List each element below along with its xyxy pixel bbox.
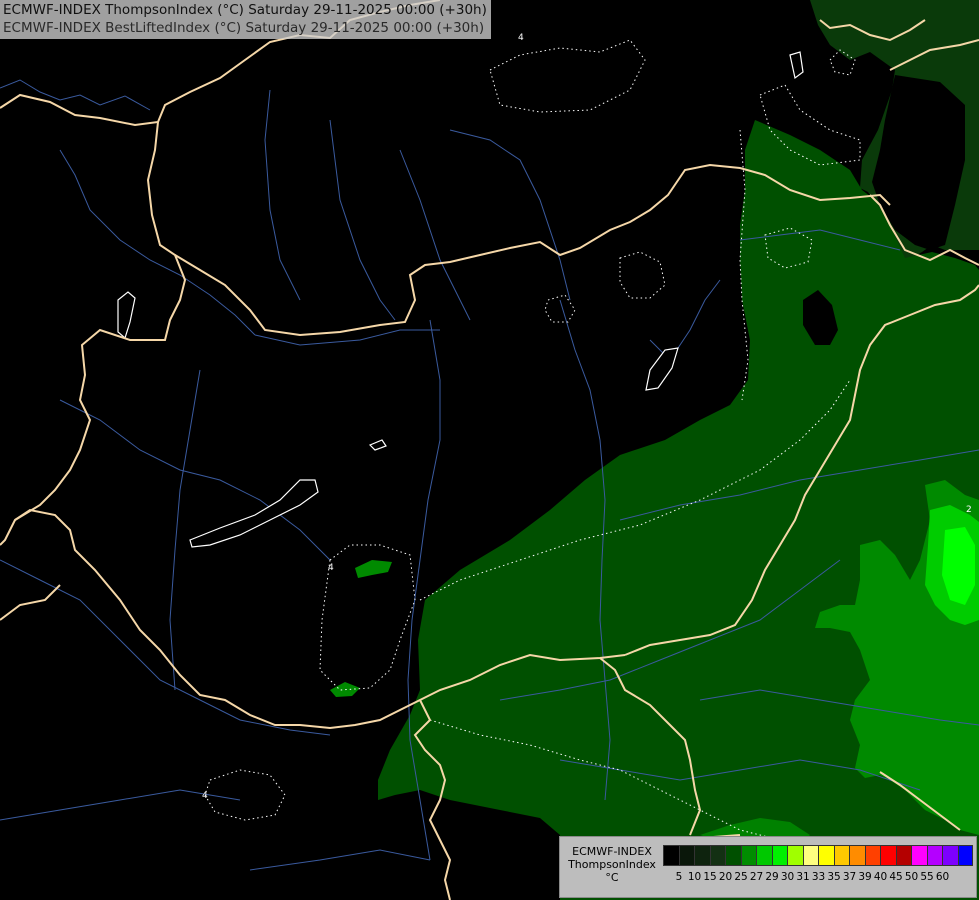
legend-tick-label: 55: [920, 871, 934, 883]
legend-model: ECMWF-INDEX: [572, 845, 652, 858]
legend-tick-label: 27: [749, 871, 764, 883]
legend-swatch: [740, 845, 756, 866]
legend-swatches: [663, 845, 973, 866]
contour-label: 4: [202, 791, 208, 801]
legend-tick-label: 50: [904, 871, 919, 883]
legend-swatch: [802, 845, 818, 866]
legend-tick-label: 39: [858, 871, 872, 883]
legend-parameter: ThompsonIndex: [568, 858, 656, 871]
legend-tick-label: 40: [873, 871, 888, 883]
legend-swatch: [895, 845, 911, 866]
legend-swatch: [911, 845, 927, 866]
legend-swatch: [678, 845, 694, 866]
legend-swatch: [942, 845, 958, 866]
legend-swatch: [694, 845, 710, 866]
color-legend: ECMWF-INDEX ThompsonIndex °C 5 10 15 20 25 27…: [559, 836, 977, 898]
contour-label: 4: [518, 33, 524, 43]
legend-tick-label: 20: [718, 871, 733, 883]
legend-swatch: [787, 845, 803, 866]
legend-tick-label: 31: [796, 871, 810, 883]
legend-tick-label: 35: [827, 871, 841, 883]
legend-swatch: [926, 845, 942, 866]
legend-swatch: [818, 845, 834, 866]
map-viewport: 4 4 4 2 ECMWF-INDEX ThompsonIndex (°C) S…: [0, 0, 979, 900]
legend-tick-label: 30: [780, 871, 795, 883]
contour-label: 4: [328, 563, 334, 573]
legend-tick-label: 29: [765, 871, 779, 883]
legend-tick-label: 33: [811, 871, 826, 883]
title-thompson-index: ECMWF-INDEX ThompsonIndex (°C) Saturday …: [3, 2, 487, 18]
legend-tick-label: 60: [935, 871, 950, 883]
legend-tick-label: 25: [734, 871, 748, 883]
legend-tick-label: 37: [842, 871, 857, 883]
legend-swatch: [663, 845, 679, 866]
legend-swatch: [756, 845, 772, 866]
legend-tick-labels: 5 10 15 20 25 27 29 30 31 33 35 37 39 40 45 50 55 60: [663, 871, 979, 885]
legend-swatch: [771, 845, 787, 866]
legend-swatch: [880, 845, 896, 866]
legend-swatch: [957, 845, 973, 866]
legend-tick-label: 10: [687, 871, 702, 883]
legend-unit: °C: [605, 871, 619, 884]
legend-tick-label: 15: [703, 871, 717, 883]
legend-tick-label: 45: [889, 871, 903, 883]
weather-map: 4 4 4 2: [0, 0, 979, 900]
legend-swatch: [833, 845, 849, 866]
legend-tick-label: 5: [675, 871, 683, 883]
legend-swatch: [849, 845, 865, 866]
legend-title: ECMWF-INDEX ThompsonIndex °C: [564, 845, 660, 884]
title-best-lifted-index: ECMWF-INDEX BestLiftedIndex (°C) Saturda…: [3, 20, 485, 36]
contour-label: 2: [966, 505, 972, 515]
legend-swatch: [864, 845, 880, 866]
map-title: ECMWF-INDEX ThompsonIndex (°C) Saturday …: [0, 0, 491, 39]
legend-swatch: [709, 845, 725, 866]
legend-swatch: [725, 845, 741, 866]
